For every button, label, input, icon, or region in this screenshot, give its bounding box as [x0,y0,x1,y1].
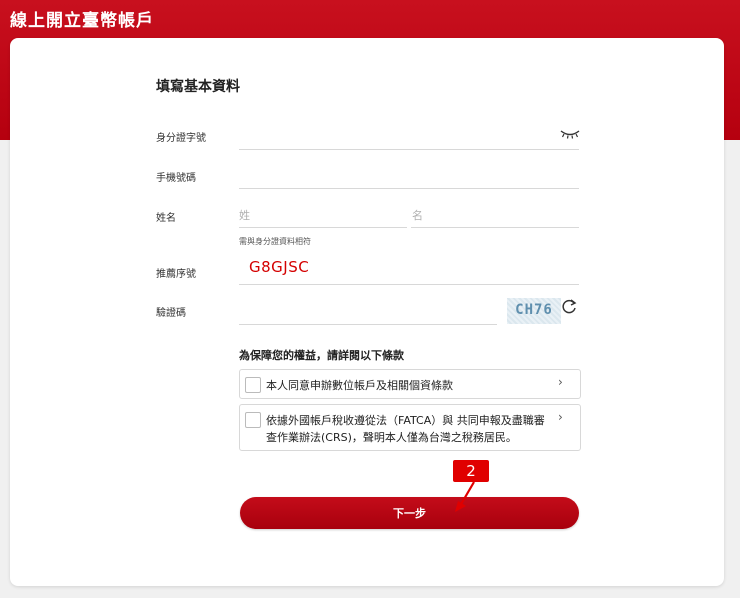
privacy-terms-label: 本人同意申辦數位帳戶及相關個資條款 [266,379,453,392]
fatca-crs-line2: 查作業辦法(CRS)，聲明本人僅為台灣之稅務居民。 [266,431,517,444]
surname-input[interactable] [239,206,404,224]
fatca-crs-checkbox[interactable] [245,412,261,428]
chevron-right-icon[interactable]: › [558,410,563,424]
id-number-input[interactable] [239,126,554,144]
fatca-crs-terms-label: 依據外國帳戶稅收遵從法（FATCA）與 共同申報及盡職審 查作業辦法(CRS)，… [266,412,545,446]
given-name-input[interactable] [412,206,577,224]
terms-item-privacy[interactable]: 本人同意申辦數位帳戶及相關個資條款 › [239,369,581,399]
captcha-label: 驗證碼 [156,308,186,319]
name-hint: 需與身分證資料相符 [239,237,311,246]
referral-code[interactable]: G8GJSC [249,258,309,276]
mobile-input[interactable] [239,166,579,184]
captcha-input[interactable] [239,303,494,321]
referral-label: 推薦序號 [156,269,196,280]
referral-underline [239,284,579,285]
terms-item-fatca-crs[interactable]: 依據外國帳戶稅收遵從法（FATCA）與 共同申報及盡職審 查作業辦法(CRS)，… [239,404,581,451]
mobile-underline [239,188,579,189]
page-title: 線上開立臺幣帳戶 [10,11,154,31]
privacy-checkbox[interactable] [245,377,261,393]
given-name-underline [411,227,579,228]
eye-closed-icon[interactable] [560,128,580,140]
refresh-icon[interactable] [560,298,578,316]
mobile-label: 手機號碼 [156,173,196,184]
id-number-underline [239,149,579,150]
captcha-image-text: CH76 [515,302,553,318]
step-badge: 2 [453,460,489,482]
name-label: 姓名 [156,213,176,224]
id-number-label: 身分證字號 [156,133,206,144]
captcha-underline [239,324,497,325]
form-title: 填寫基本資料 [156,79,240,95]
terms-title: 為保障您的權益，請詳閱以下條款 [239,349,404,362]
next-step-button[interactable]: 下一步 [240,497,579,529]
fatca-crs-line1: 依據外國帳戶稅收遵從法（FATCA）與 共同申報及盡職審 [266,414,545,427]
form-card: 填寫基本資料 身分證字號 手機號碼 姓名 需與身分證資料相符 推薦序號 G8GJ… [10,38,724,586]
captcha-image: CH76 [507,298,561,324]
pointer-arrow-icon [455,481,475,512]
surname-underline [239,227,407,228]
chevron-right-icon[interactable]: › [558,375,563,389]
